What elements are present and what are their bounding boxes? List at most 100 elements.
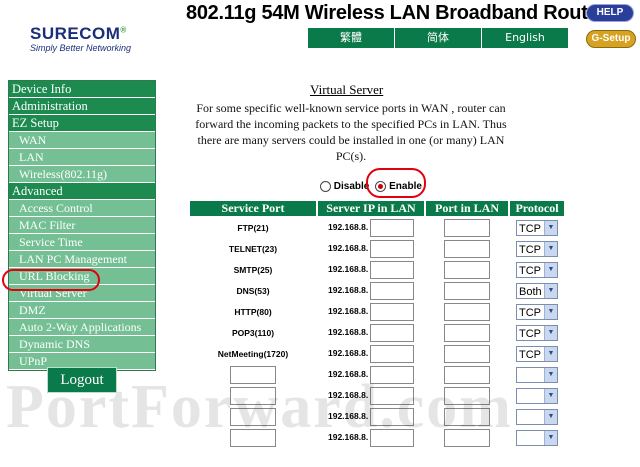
server-ip-cell: 192.168.8. (318, 239, 424, 258)
protocol-select[interactable]: ▼ (516, 387, 558, 404)
help-button[interactable]: HELP (586, 4, 634, 22)
protocol-select[interactable]: TCP ▼ (516, 345, 558, 362)
lan-port-input[interactable] (444, 386, 490, 405)
sidebar-item-mac-filter[interactable]: MAC Filter (9, 217, 155, 234)
server-ip-input[interactable] (370, 281, 414, 300)
table-row: DNS(53) 192.168.8. Both ▼ (190, 281, 564, 300)
protocol-value: TCP (519, 306, 541, 319)
chevron-down-icon: ▼ (544, 346, 557, 361)
service-cell (190, 386, 316, 405)
page-title: Virtual Server (310, 82, 384, 97)
server-ip-input[interactable] (370, 260, 414, 279)
table-row: POP3(110) 192.168.8. TCP ▼ (190, 323, 564, 342)
lan-port-input[interactable] (444, 302, 490, 321)
server-ip-input[interactable] (370, 407, 414, 426)
lan-port-cell (426, 386, 508, 405)
protocol-cell: TCP ▼ (510, 302, 564, 321)
protocol-select[interactable]: ▼ (516, 429, 558, 446)
server-ip-cell: 192.168.8. (318, 365, 424, 384)
logo-brand-a: SURE (30, 24, 80, 43)
lang-simplified-chinese[interactable]: 简体 (395, 28, 482, 48)
chevron-down-icon: ▼ (544, 388, 557, 403)
service-port-input[interactable] (230, 365, 276, 384)
enable-highlight (366, 168, 426, 198)
sidebar-item-administration[interactable]: Administration (9, 98, 155, 115)
service-name: SMTP(25) (233, 264, 273, 275)
gsetup-button[interactable]: G-Setup (586, 30, 636, 48)
lang-english[interactable]: English (482, 28, 568, 48)
ip-prefix: 192.168.8. (328, 368, 369, 379)
lan-port-input[interactable] (444, 365, 490, 384)
server-ip-input[interactable] (370, 428, 414, 447)
protocol-select[interactable]: Both ▼ (516, 282, 558, 299)
sidebar-item-dmz[interactable]: DMZ (9, 302, 155, 319)
service-port-input[interactable] (230, 386, 276, 405)
lan-port-input[interactable] (444, 239, 490, 258)
lan-port-cell (426, 407, 508, 426)
server-ip-input[interactable] (370, 386, 414, 405)
protocol-select[interactable]: TCP ▼ (516, 261, 558, 278)
disable-option[interactable]: Disable (320, 181, 369, 192)
protocol-select[interactable]: ▼ (516, 366, 558, 383)
page-header-title: 802.11g 54M Wireless LAN Broadband Route… (186, 2, 606, 24)
virtual-server-highlight (2, 269, 100, 291)
protocol-cell: TCP ▼ (510, 260, 564, 279)
ip-prefix: 192.168.8. (328, 305, 369, 316)
protocol-cell: TCP ▼ (510, 218, 564, 237)
sidebar-item-wireless[interactable]: Wireless(802.11g) (9, 166, 155, 183)
protocol-select[interactable]: TCP ▼ (516, 240, 558, 257)
protocol-cell: ▼ (510, 407, 564, 426)
sidebar-item-lan-pc-management[interactable]: LAN PC Management (9, 251, 155, 268)
chevron-down-icon: ▼ (544, 430, 557, 445)
surecom-logo: SURECOM® Simply Better Networking (30, 24, 142, 53)
lan-port-input[interactable] (444, 218, 490, 237)
server-ip-input[interactable] (370, 302, 414, 321)
lan-port-input[interactable] (444, 323, 490, 342)
server-ip-input[interactable] (370, 218, 414, 237)
ip-prefix: 192.168.8. (328, 410, 369, 421)
server-ip-cell: 192.168.8. (318, 281, 424, 300)
sidebar-item-access-control[interactable]: Access Control (9, 200, 155, 217)
protocol-select[interactable]: ▼ (516, 408, 558, 425)
server-ip-cell: 192.168.8. (318, 302, 424, 321)
logout-button[interactable]: Logout (47, 367, 117, 393)
service-port-input[interactable] (230, 428, 276, 447)
protocol-value: TCP (519, 327, 541, 340)
service-port-input[interactable] (230, 407, 276, 426)
table-row: 192.168.8. ▼ (190, 407, 564, 426)
protocol-cell: ▼ (510, 365, 564, 384)
virtual-server-table: Service Port Server IP in LAN Port in LA… (188, 199, 566, 449)
sidebar-item-advanced[interactable]: Advanced (9, 183, 155, 200)
server-ip-input[interactable] (370, 344, 414, 363)
sidebar-item-ez-setup[interactable]: EZ Setup (9, 115, 155, 132)
server-ip-input[interactable] (370, 323, 414, 342)
sidebar-item-auto-2way[interactable]: Auto 2-Way Applications (9, 319, 155, 336)
lan-port-input[interactable] (444, 260, 490, 279)
protocol-select[interactable]: TCP ▼ (516, 219, 558, 236)
protocol-select[interactable]: TCP ▼ (516, 324, 558, 341)
disable-radio[interactable] (320, 181, 331, 192)
sidebar-item-service-time[interactable]: Service Time (9, 234, 155, 251)
chevron-down-icon: ▼ (544, 304, 557, 319)
chevron-down-icon: ▼ (544, 283, 557, 298)
sidebar-item-wan[interactable]: WAN (9, 132, 155, 149)
lan-port-input[interactable] (444, 281, 490, 300)
service-name: FTP(21) (237, 222, 269, 233)
lang-traditional-chinese[interactable]: 繁體 (308, 28, 395, 48)
server-ip-cell: 192.168.8. (318, 218, 424, 237)
sidebar-item-lan[interactable]: LAN (9, 149, 155, 166)
server-ip-input[interactable] (370, 239, 414, 258)
lan-port-input[interactable] (444, 344, 490, 363)
lan-port-input[interactable] (444, 407, 490, 426)
table-row: HTTP(80) 192.168.8. TCP ▼ (190, 302, 564, 321)
ip-prefix: 192.168.8. (328, 284, 369, 295)
server-ip-input[interactable] (370, 365, 414, 384)
protocol-cell: TCP ▼ (510, 323, 564, 342)
chevron-down-icon: ▼ (544, 367, 557, 382)
lan-port-input[interactable] (444, 428, 490, 447)
protocol-select[interactable]: TCP ▼ (516, 303, 558, 320)
sidebar-item-dynamic-dns[interactable]: Dynamic DNS (9, 336, 155, 353)
lan-port-cell (426, 344, 508, 363)
sidebar-item-device-info[interactable]: Device Info (9, 81, 155, 98)
service-cell (190, 365, 316, 384)
